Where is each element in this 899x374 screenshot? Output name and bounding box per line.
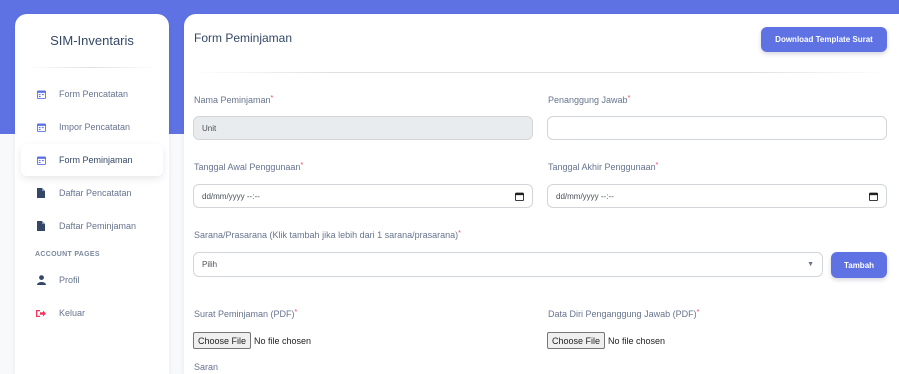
calendar-icon [36, 89, 46, 99]
section-label-account: ACCOUNT PAGES [35, 251, 100, 258]
document-icon [36, 188, 46, 198]
required-mark: * [294, 309, 298, 316]
calendar-icon [36, 155, 46, 165]
nama-peminjaman-label: Nama Peminjaman* [194, 95, 273, 105]
tanggal-akhir-input[interactable]: dd/mm/yyyy --:-- [547, 184, 887, 208]
sidebar-item-label: Daftar Pencatatan [59, 188, 132, 198]
tanggal-awal-input[interactable]: dd/mm/yyyy --:-- [193, 184, 533, 208]
required-mark: * [627, 95, 631, 102]
required-mark: * [300, 162, 304, 169]
sidebar-item-impor-pencatatan[interactable]: Impor Pencatatan [21, 111, 163, 143]
sidebar: SIM-Inventaris Form Pencatatan Impor Pen… [15, 14, 169, 374]
file-status: No file chosen [254, 335, 312, 346]
logout-icon [36, 308, 46, 318]
calendar-icon[interactable] [515, 192, 524, 202]
choose-file-button[interactable]: Choose File [547, 332, 606, 349]
sidebar-item-form-pencatatan[interactable]: Form Pencatatan [21, 78, 163, 110]
datetime-placeholder: dd/mm/yyyy --:-- [202, 191, 260, 201]
tanggal-akhir-label: Tanggal Akhir Penggunaan* [548, 162, 658, 172]
saran-label: Saran [194, 362, 219, 372]
document-icon [36, 221, 46, 231]
sidebar-item-label: Form Pencatatan [59, 89, 129, 99]
brand-title[interactable]: SIM-Inventaris [15, 14, 169, 67]
sidebar-item-daftar-pencatatan[interactable]: Daftar Pencatatan [21, 177, 163, 209]
data-diri-file-input[interactable]: Choose File No file chosen [547, 332, 665, 349]
label-text: Data Diri Penganggung Jawab (PDF) [548, 309, 697, 319]
tambah-button[interactable]: Tambah [831, 252, 887, 278]
sidebar-item-label: Daftar Peminjaman [59, 221, 137, 231]
nama-peminjaman-input[interactable]: Unit [193, 116, 533, 140]
required-mark: * [696, 309, 700, 316]
file-status: No file chosen [608, 335, 666, 346]
surat-peminjaman-file-input[interactable]: Choose File No file chosen [193, 332, 311, 349]
label-text: Sarana/Prasarana (Klik tambah jika lebih… [194, 230, 459, 240]
label-text: Surat Peminjaman (PDF) [194, 309, 295, 319]
sidebar-item-profil[interactable]: Profil [21, 264, 163, 296]
sidebar-nav: Form Pencatatan Impor Pencatatan Form Pe… [15, 68, 169, 329]
surat-peminjaman-label: Surat Peminjaman (PDF)* [194, 309, 297, 319]
sidebar-item-daftar-peminjaman[interactable]: Daftar Peminjaman [21, 210, 163, 242]
sidebar-item-label: Keluar [59, 308, 86, 318]
sidebar-item-keluar[interactable]: Keluar [21, 297, 163, 329]
label-text: Nama Peminjaman [194, 95, 271, 105]
sarana-label: Sarana/Prasarana (Klik tambah jika lebih… [194, 230, 461, 240]
card-divider [194, 72, 889, 73]
label-text: Tanggal Awal Penggunaan [194, 162, 301, 172]
required-mark: * [655, 162, 659, 169]
sidebar-item-label: Impor Pencatatan [59, 122, 131, 132]
penanggung-jawab-label: Penanggung Jawab* [548, 95, 630, 105]
form-card: Form Peminjaman Download Template Surat … [184, 14, 899, 374]
select-value: Pilih [202, 260, 218, 269]
sidebar-item-label: Form Peminjaman [59, 155, 133, 165]
download-template-button[interactable]: Download Template Surat [761, 27, 887, 52]
calendar-icon[interactable] [869, 192, 878, 202]
page-title: Form Peminjaman [194, 31, 293, 45]
sidebar-item-form-peminjaman[interactable]: Form Peminjaman [21, 144, 163, 176]
data-diri-label: Data Diri Penganggung Jawab (PDF)* [548, 309, 699, 319]
penanggung-jawab-input[interactable] [547, 116, 887, 140]
sarana-select[interactable]: Pilih ▼ [193, 252, 823, 277]
label-text: Penanggung Jawab [548, 95, 628, 105]
choose-file-button[interactable]: Choose File [193, 332, 252, 349]
required-mark: * [458, 230, 461, 237]
sidebar-item-label: Profil [59, 275, 80, 285]
user-icon [36, 275, 46, 285]
datetime-placeholder: dd/mm/yyyy --:-- [556, 191, 614, 201]
required-mark: * [270, 95, 274, 102]
tanggal-awal-label: Tanggal Awal Penggunaan* [194, 162, 303, 172]
calendar-icon [36, 122, 46, 132]
chevron-down-icon: ▼ [807, 261, 814, 268]
label-text: Tanggal Akhir Penggunaan [548, 162, 656, 172]
